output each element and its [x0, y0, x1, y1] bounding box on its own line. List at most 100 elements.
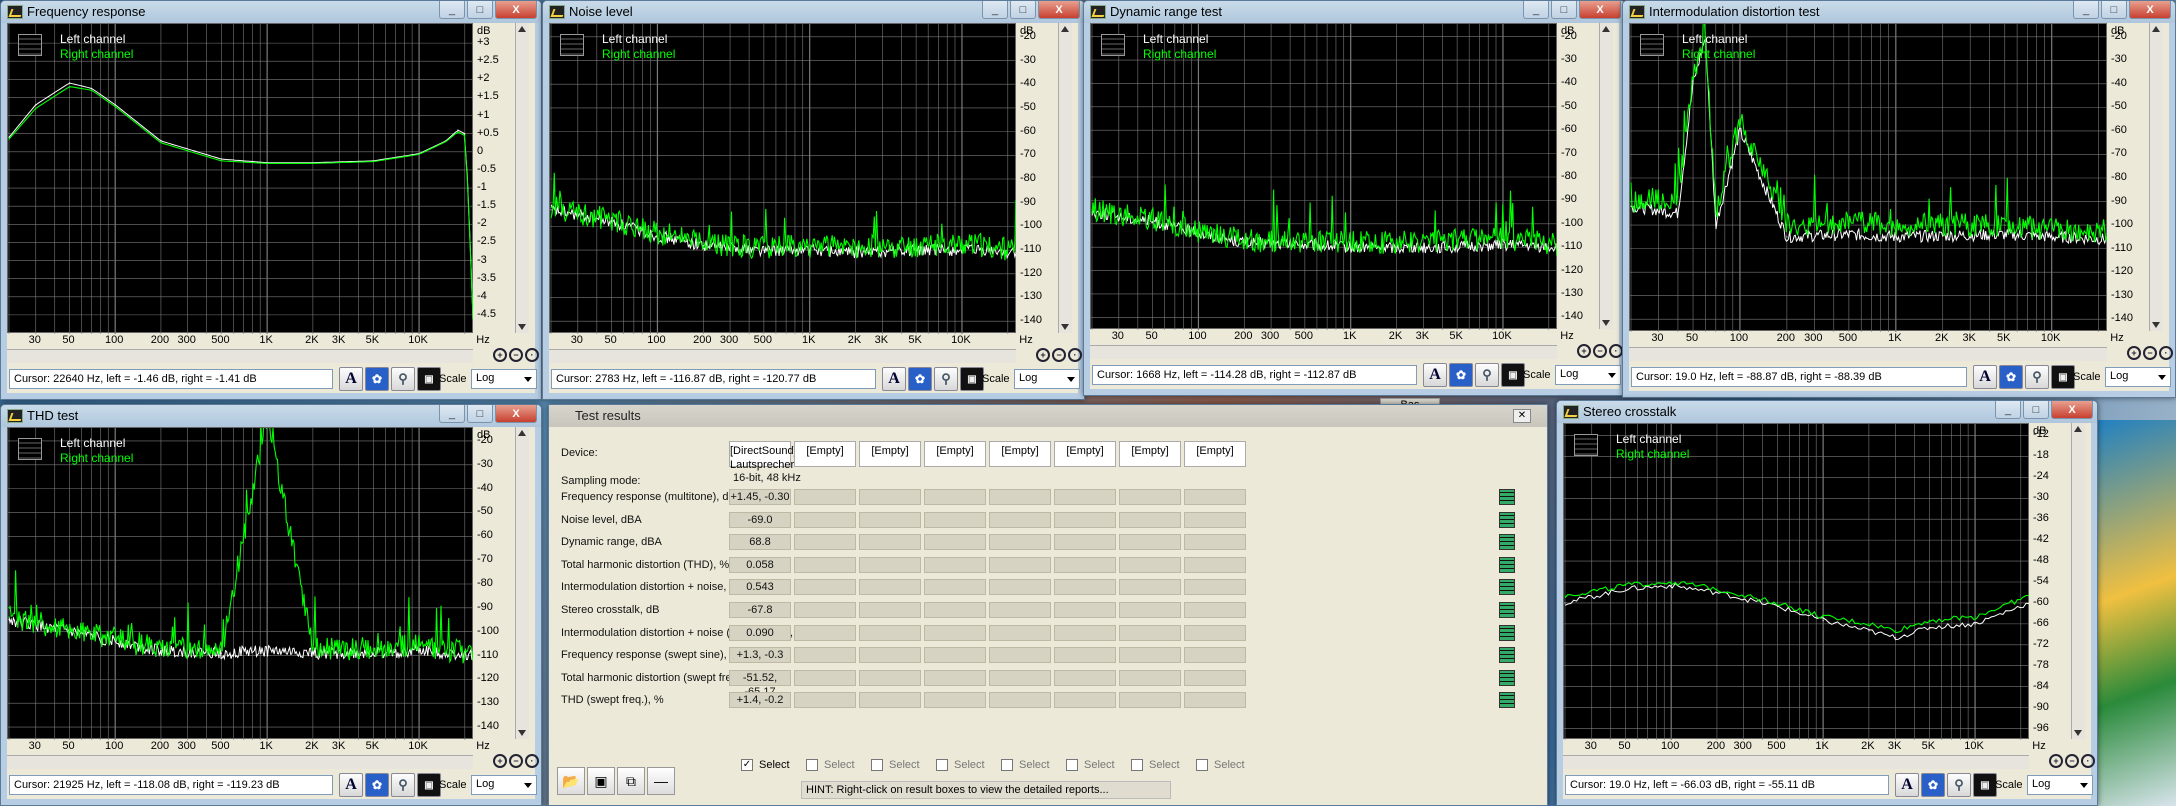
font-icon[interactable]: A: [339, 367, 363, 391]
row-report-icon[interactable]: [1499, 624, 1515, 641]
zoom-in-icon[interactable]: +: [493, 348, 507, 362]
result-cell-empty[interactable]: [859, 534, 921, 551]
device-slot-empty[interactable]: [Empty]: [1054, 441, 1116, 467]
zoom-fit-icon[interactable]: ·: [1068, 348, 1082, 362]
channels-icon[interactable]: ✿: [1921, 773, 1945, 797]
zoom-in-icon[interactable]: +: [493, 754, 507, 768]
scale-select[interactable]: Log: [1014, 369, 1080, 389]
wrench-icon[interactable]: ⚲: [1475, 363, 1499, 387]
result-cell-empty[interactable]: [794, 511, 856, 528]
graph-plot-area[interactable]: Left channel Right channel: [1563, 423, 2030, 740]
result-cell-empty[interactable]: [1054, 489, 1116, 505]
wrench-icon[interactable]: ⚲: [391, 367, 415, 391]
result-cell[interactable]: 0.543: [729, 579, 791, 596]
zoom-fit-icon[interactable]: ·: [525, 348, 539, 362]
device-slot-empty[interactable]: [Empty]: [924, 441, 986, 467]
scale-select[interactable]: Log: [1555, 365, 1621, 385]
channels-icon[interactable]: ✿: [1999, 365, 2023, 389]
save-icon[interactable]: ▣: [960, 367, 984, 391]
row-report-icon[interactable]: [1499, 647, 1515, 664]
row-report-icon[interactable]: [1499, 692, 1515, 709]
zoom-out-icon[interactable]: −: [1052, 348, 1066, 362]
row-report-icon[interactable]: [1499, 602, 1515, 618]
result-cell-empty[interactable]: [1119, 692, 1181, 709]
minimize-button[interactable]: _: [2073, 1, 2099, 19]
result-cell-empty[interactable]: [989, 579, 1051, 596]
minimize-button[interactable]: _: [1523, 1, 1549, 19]
zoom-out-icon[interactable]: −: [2143, 346, 2157, 360]
zoom-out-icon[interactable]: −: [2065, 754, 2079, 768]
select-checkbox[interactable]: Select: [806, 759, 855, 771]
result-cell-empty[interactable]: [1184, 624, 1246, 641]
zoom-fit-icon[interactable]: ·: [2159, 346, 2173, 360]
close-button[interactable]: X: [1579, 1, 1621, 19]
result-cell[interactable]: +1.4, -0.2: [729, 692, 791, 709]
save-icon[interactable]: ▣: [2051, 365, 2075, 389]
result-cell-empty[interactable]: [924, 489, 986, 505]
graph-settings-icon[interactable]: [1640, 34, 1664, 56]
result-cell-empty[interactable]: [1054, 624, 1116, 641]
row-report-icon[interactable]: [1499, 511, 1515, 528]
font-icon[interactable]: A: [882, 367, 906, 391]
result-cell-empty[interactable]: [1119, 624, 1181, 641]
save-icon[interactable]: ▣: [1973, 773, 1997, 797]
scale-select[interactable]: Log: [2027, 775, 2093, 795]
result-cell-empty[interactable]: [1119, 579, 1181, 596]
row-report-icon[interactable]: [1499, 556, 1515, 573]
close-button[interactable]: ✕: [1513, 409, 1531, 423]
horizontal-scrollbar[interactable]: [7, 349, 473, 363]
select-checkbox[interactable]: Select: [936, 759, 985, 771]
horizontal-scrollbar[interactable]: [1563, 755, 2029, 769]
result-cell-empty[interactable]: [794, 669, 856, 686]
select-checkbox[interactable]: Select: [1131, 759, 1180, 771]
result-cell-empty[interactable]: [794, 579, 856, 596]
result-cell-empty[interactable]: [989, 511, 1051, 528]
minimize-button[interactable]: _: [982, 1, 1008, 19]
close-button[interactable]: X: [1038, 1, 1080, 19]
result-cell-empty[interactable]: [1184, 534, 1246, 551]
result-cell-empty[interactable]: [1184, 602, 1246, 618]
result-cell-empty[interactable]: [1054, 669, 1116, 686]
result-cell-empty[interactable]: [924, 669, 986, 686]
zoom-in-icon[interactable]: +: [2049, 754, 2063, 768]
close-button[interactable]: X: [495, 1, 537, 19]
result-cell-empty[interactable]: [924, 511, 986, 528]
zoom-fit-icon[interactable]: ·: [525, 754, 539, 768]
scale-select[interactable]: Log: [2105, 367, 2171, 387]
result-cell-empty[interactable]: [1119, 669, 1181, 686]
maximize-button[interactable]: □: [2101, 1, 2127, 19]
zoom-in-icon[interactable]: +: [1036, 348, 1050, 362]
minimize-button[interactable]: _: [439, 405, 465, 423]
minimize-button[interactable]: _: [1995, 401, 2021, 419]
graph-plot-area[interactable]: Left channel Right channel: [7, 23, 474, 334]
maximize-button[interactable]: □: [1551, 1, 1577, 19]
select-checkbox[interactable]: Select: [871, 759, 920, 771]
result-cell-empty[interactable]: [859, 489, 921, 505]
result-cell-empty[interactable]: [1119, 556, 1181, 573]
result-cell[interactable]: 68.8: [729, 534, 791, 551]
scale-select[interactable]: Log: [471, 775, 537, 795]
result-cell-empty[interactable]: [924, 647, 986, 664]
row-report-icon[interactable]: [1499, 489, 1515, 505]
horizontal-scrollbar[interactable]: [1629, 347, 2107, 361]
result-cell-empty[interactable]: [924, 579, 986, 596]
result-cell-empty[interactable]: [794, 692, 856, 709]
maximize-button[interactable]: □: [1010, 1, 1036, 19]
result-cell[interactable]: 0.090: [729, 624, 791, 641]
graph-settings-icon[interactable]: [1101, 34, 1125, 56]
device-slot-empty[interactable]: [Empty]: [859, 441, 921, 467]
graph-plot-area[interactable]: Left channel Right channel: [1090, 23, 1558, 330]
select-checkbox[interactable]: Select: [1196, 759, 1245, 771]
graph-settings-icon[interactable]: [18, 34, 42, 56]
zoom-out-icon[interactable]: −: [509, 348, 523, 362]
zoom-out-icon[interactable]: −: [1593, 344, 1607, 358]
clear-icon[interactable]: —: [647, 767, 675, 795]
wrench-icon[interactable]: ⚲: [2025, 365, 2049, 389]
result-cell-empty[interactable]: [1054, 602, 1116, 618]
result-cell-empty[interactable]: [794, 489, 856, 505]
horizontal-scrollbar[interactable]: [549, 349, 1016, 363]
vertical-scrollbar[interactable]: [1599, 23, 1613, 329]
result-cell-empty[interactable]: [1184, 489, 1246, 505]
result-cell-empty[interactable]: [1184, 669, 1246, 686]
row-report-icon[interactable]: [1499, 534, 1515, 551]
